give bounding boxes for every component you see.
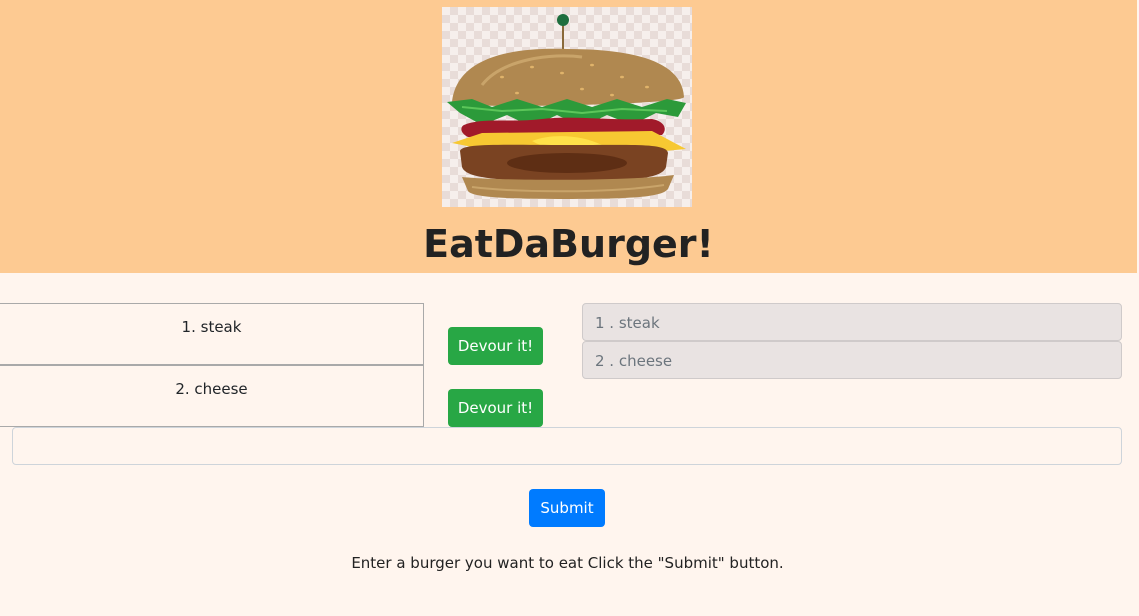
devoured-burger-label: 1 . steak (595, 314, 660, 332)
devoured-burger-item: 2 . cheese (582, 341, 1122, 379)
page-header: EatDaBurger! (0, 0, 1137, 273)
burger-item-label: 1. steak (181, 318, 242, 336)
burger-item: 1. steak (0, 303, 424, 365)
burger-name-input[interactable] (12, 427, 1122, 465)
devour-button[interactable]: Devour it! (448, 327, 543, 365)
devoured-burger-label: 2 . cheese (595, 352, 673, 370)
burger-item-label: 2. cheese (175, 380, 248, 398)
submit-button[interactable]: Submit (529, 489, 605, 527)
devour-button[interactable]: Devour it! (448, 389, 543, 427)
burger-item: 2. cheese (0, 365, 424, 427)
hamburger-icon (442, 7, 692, 207)
devoured-burger-item: 1 . steak (582, 303, 1122, 341)
instructions-text: Enter a burger you want to eat Click the… (351, 554, 784, 572)
page-title: EatDaBurger! (423, 222, 714, 266)
